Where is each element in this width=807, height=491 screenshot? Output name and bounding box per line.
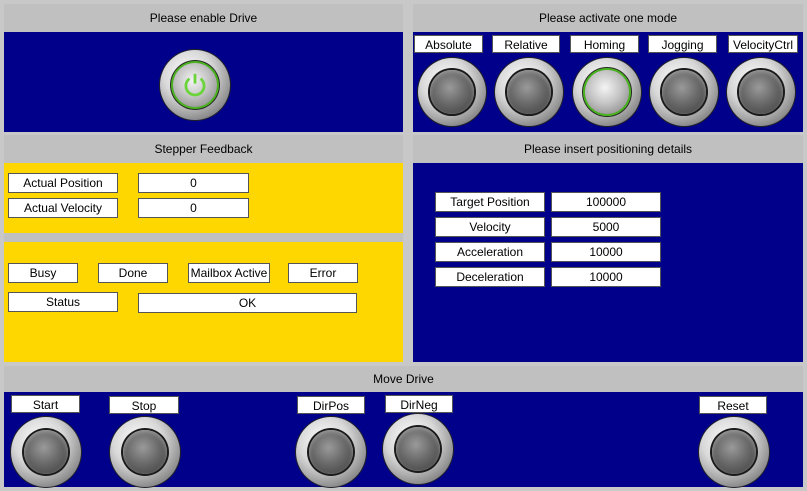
stepper-feedback-header: Stepper Feedback <box>4 135 403 163</box>
start-label: Start <box>11 395 80 413</box>
mode-absolute-button[interactable] <box>418 58 486 126</box>
mode-jogging-button[interactable] <box>650 58 718 126</box>
actual-position-label: Actual Position <box>8 173 118 193</box>
target-position-label: Target Position <box>435 192 545 212</box>
power-icon <box>184 73 206 97</box>
reset-button[interactable] <box>699 417 769 487</box>
knob-face <box>507 70 551 114</box>
dirpos-label: DirPos <box>297 396 365 414</box>
mode-homing-button[interactable] <box>573 58 641 126</box>
knob-face <box>585 70 629 114</box>
knob-face <box>308 429 354 475</box>
actual-velocity-value: 0 <box>138 198 249 218</box>
mode-label-relative: Relative <box>492 35 560 53</box>
deceleration-label: Deceleration <box>435 267 545 287</box>
acceleration-input[interactable]: 10000 <box>551 242 661 262</box>
move-drive-header: Move Drive <box>4 366 803 392</box>
start-button[interactable] <box>11 417 81 487</box>
knob-face <box>739 70 783 114</box>
velocity-input[interactable]: 5000 <box>551 217 661 237</box>
status-label: Status <box>8 292 118 312</box>
busy-indicator: Busy <box>8 263 78 283</box>
knob-face <box>23 429 69 475</box>
reset-label: Reset <box>699 396 767 414</box>
mailbox-active-indicator: Mailbox Active <box>188 263 270 283</box>
dirneg-label: DirNeg <box>385 395 453 413</box>
error-indicator: Error <box>288 263 358 283</box>
dirpos-button[interactable] <box>296 417 366 487</box>
enable-drive-button[interactable] <box>160 50 230 120</box>
target-position-input[interactable]: 100000 <box>551 192 661 212</box>
deceleration-input[interactable]: 10000 <box>551 267 661 287</box>
mode-header: Please activate one mode <box>413 4 803 32</box>
positioning-header: Please insert positioning details <box>413 135 803 163</box>
stop-button[interactable] <box>110 417 180 487</box>
knob-face <box>662 70 706 114</box>
done-indicator: Done <box>98 263 168 283</box>
mode-label-velocityctrl: VelocityCtrl <box>728 35 798 53</box>
stop-label: Stop <box>109 396 179 414</box>
knob-face <box>122 429 168 475</box>
feedback-divider <box>4 233 403 242</box>
mode-relative-button[interactable] <box>495 58 563 126</box>
velocity-label: Velocity <box>435 217 545 237</box>
mode-label-absolute: Absolute <box>414 35 483 53</box>
mode-velocityctrl-button[interactable] <box>727 58 795 126</box>
mode-label-jogging: Jogging <box>648 35 717 53</box>
knob-face <box>711 429 757 475</box>
acceleration-label: Acceleration <box>435 242 545 262</box>
knob-face <box>430 70 474 114</box>
mode-label-homing: Homing <box>570 35 639 53</box>
actual-velocity-label: Actual Velocity <box>8 198 118 218</box>
status-value: OK <box>138 293 357 313</box>
knob-face <box>395 426 441 472</box>
dirneg-button[interactable] <box>383 414 453 484</box>
actual-position-value: 0 <box>138 173 249 193</box>
enable-drive-header: Please enable Drive <box>4 4 403 32</box>
